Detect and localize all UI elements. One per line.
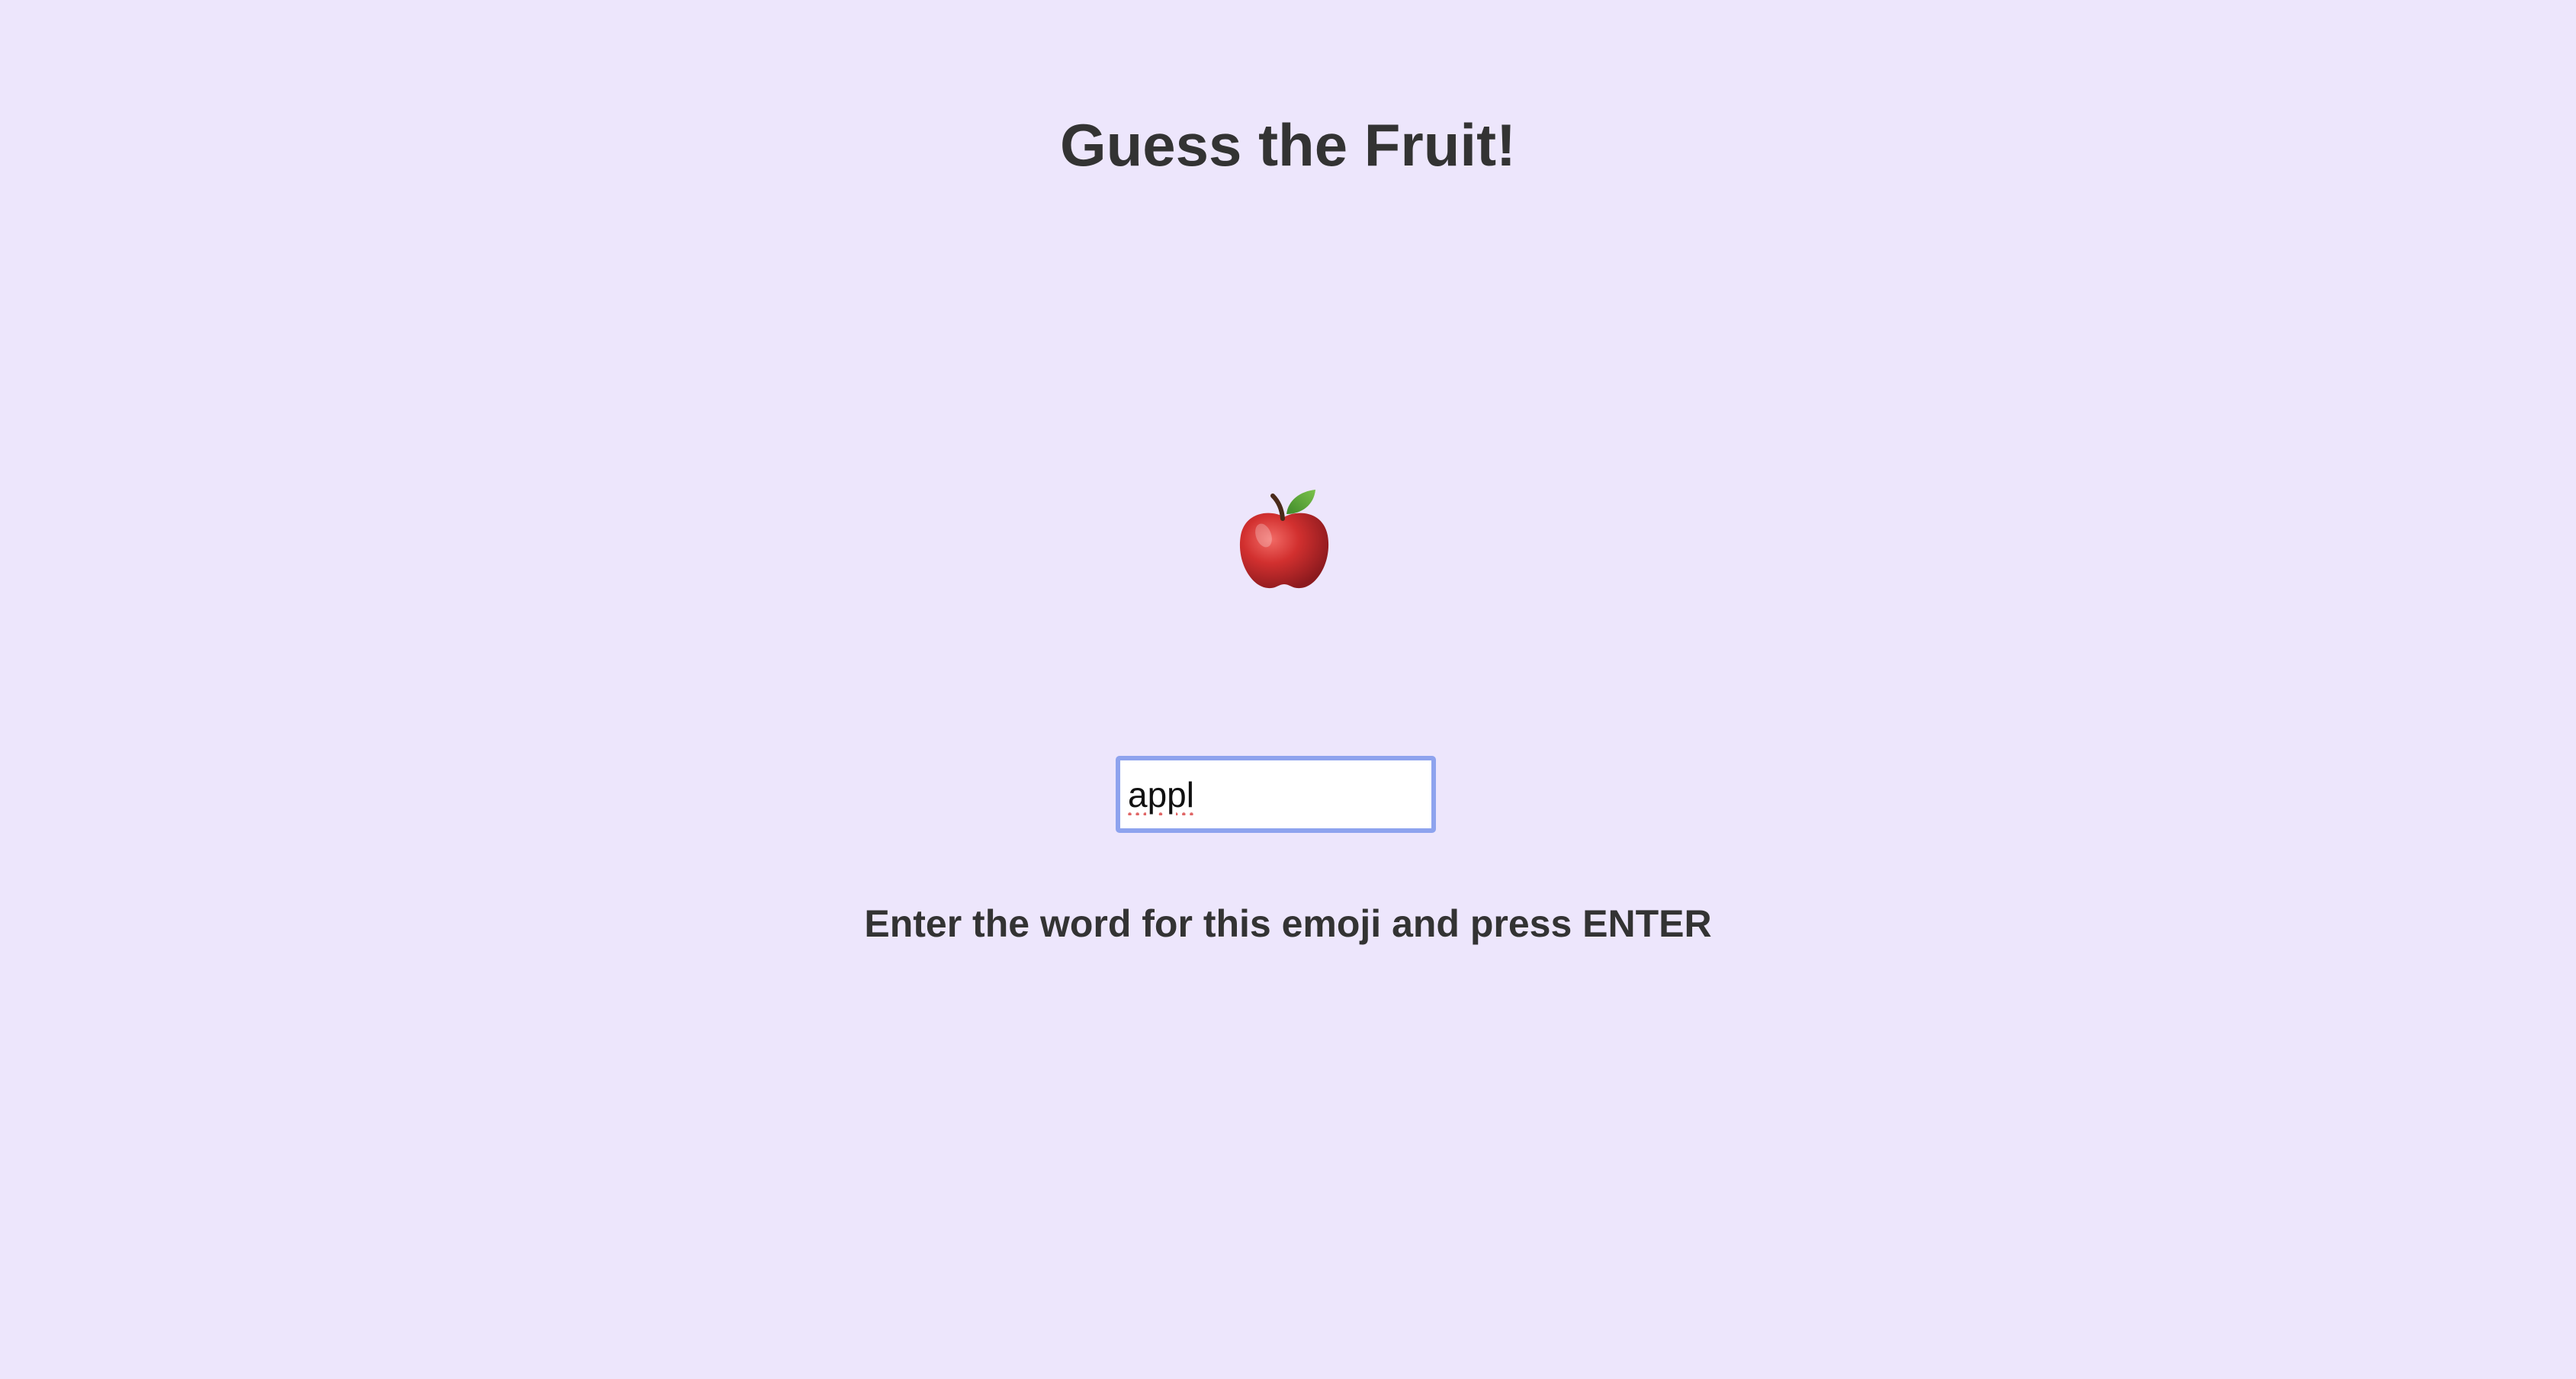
- page-title: Guess the Fruit!: [1059, 111, 1517, 178]
- apple-icon: [1235, 488, 1334, 591]
- apple-emoji-graphic: [1239, 490, 1329, 589]
- instruction-text: Enter the word for this emoji and press …: [864, 902, 1712, 945]
- answer-input[interactable]: [1116, 756, 1436, 833]
